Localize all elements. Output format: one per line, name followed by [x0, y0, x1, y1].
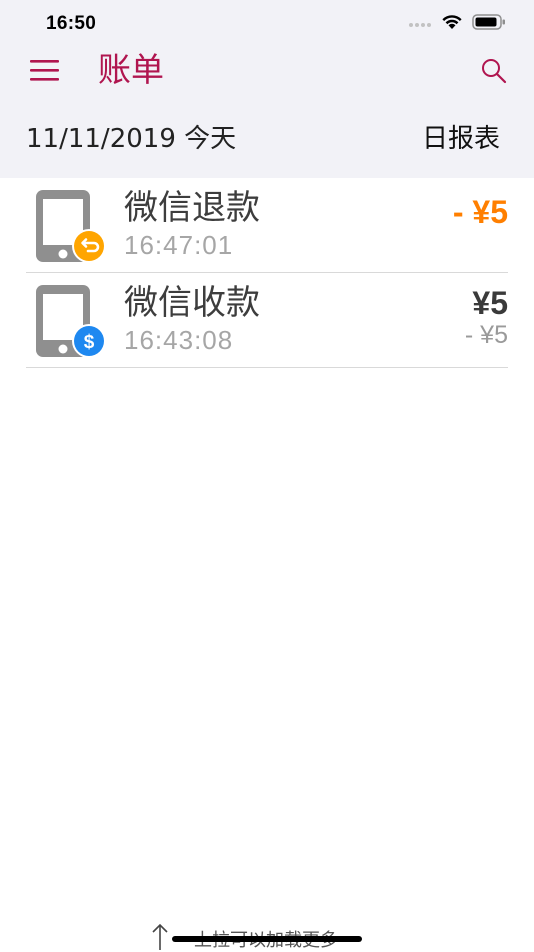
date-header: 11/11/2019 今天 日报表	[0, 110, 534, 160]
transaction-refund-amount: - ¥5	[464, 321, 508, 349]
transaction-amount: - ¥5	[452, 194, 508, 230]
phone-refund-icon	[34, 188, 110, 264]
search-button[interactable]	[480, 57, 508, 85]
home-indicator[interactable]	[172, 936, 362, 942]
arrow-up-icon	[152, 923, 168, 950]
transaction-time: 16:47:01	[124, 230, 234, 260]
menu-button[interactable]	[30, 57, 60, 83]
status-icons	[408, 14, 506, 30]
transaction-row[interactable]: $ 微信收款 16:43:08 ¥5 - ¥5	[26, 273, 508, 368]
svg-text:$: $	[84, 332, 95, 353]
status-bar: 16:50	[0, 0, 534, 48]
hamburger-menu-icon	[30, 60, 59, 81]
daily-report-button[interactable]: 日报表	[422, 118, 500, 155]
page-title: 账单	[98, 50, 164, 89]
phone-payment-icon: $	[34, 283, 110, 359]
transaction-amount: ¥5	[472, 285, 508, 321]
transaction-title: 微信退款	[124, 188, 260, 228]
load-more-hint: 上拉可以加载更多	[0, 918, 534, 951]
search-icon	[482, 59, 507, 84]
navigation-bar: 账单	[0, 48, 534, 96]
transaction-row[interactable]: 微信退款 16:47:01 - ¥5	[26, 178, 508, 273]
date-label: 11/11/2019 今天	[26, 124, 237, 154]
battery-icon	[472, 14, 505, 30]
transaction-time: 16:43:08	[124, 325, 234, 355]
transaction-list: 微信退款 16:47:01 - ¥5 $ 微信收款 16:43:08 ¥5 - …	[0, 178, 534, 368]
wifi-icon	[442, 15, 462, 29]
status-time: 16:50	[46, 13, 97, 34]
header-area: 16:50 账单 11/11/2019 今天 日报表	[0, 0, 534, 178]
transaction-title: 微信收款	[124, 283, 260, 323]
cellular-icon	[409, 23, 431, 27]
